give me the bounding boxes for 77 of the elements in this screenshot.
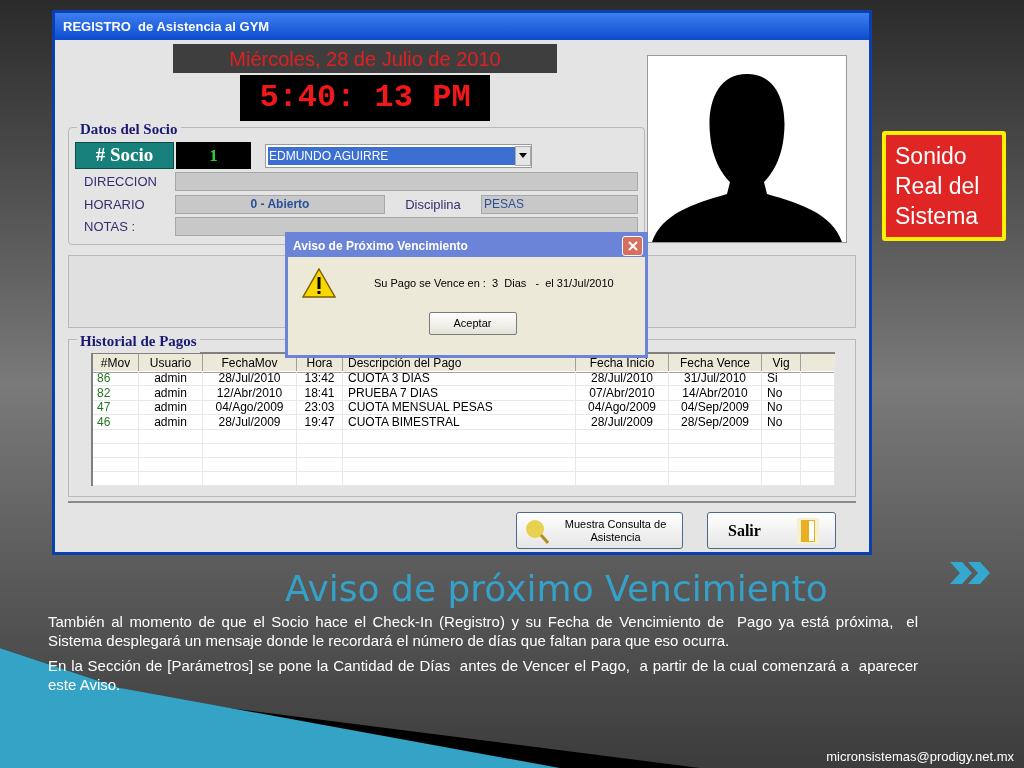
table-cell: 07/Abr/2010 xyxy=(576,385,669,401)
field-label: DIRECCION xyxy=(83,173,158,191)
table-cell: CUOTA BIMESTRAL xyxy=(343,414,576,430)
empty-table-cell xyxy=(801,429,835,444)
empty-table-cell xyxy=(297,471,343,486)
table-cell: admin xyxy=(139,414,203,430)
slide-paragraph: También al momento de que el Socio hace el Check-In (Registro) y su Fecha de Vencimiento de Pago ya está próxima, el Sistema desplegará un mensaje donde le recordará el número de días que faltan para que eso ocurra. xyxy=(48,612,918,650)
table-cell: 28/Jul/2010 xyxy=(576,371,669,386)
table-cell: 04/Ago/2009 xyxy=(203,400,297,416)
field-label: NOTAS : xyxy=(83,218,137,236)
empty-table-cell xyxy=(93,457,139,472)
table-cell: admin xyxy=(139,400,203,416)
close-icon xyxy=(627,241,638,251)
table-cell: 46 xyxy=(93,414,139,430)
door-icon xyxy=(797,517,819,544)
table-cell: Si xyxy=(762,371,801,386)
member-name-dropdown[interactable]: EDMUNDO AGUIRRE xyxy=(265,143,532,168)
dialog-title: Aviso de Próximo Vencimiento xyxy=(293,238,468,255)
double-chevron-icon xyxy=(948,560,992,586)
empty-table-cell xyxy=(801,457,835,472)
empty-table-cell xyxy=(801,371,835,386)
table-cell: 47 xyxy=(93,400,139,416)
empty-table-cell xyxy=(801,414,835,430)
table-cell: 86 xyxy=(93,371,139,386)
field-label: Disciplina xyxy=(404,195,462,214)
warning-icon xyxy=(302,268,336,298)
column-header[interactable]: Usuario xyxy=(139,354,203,373)
table-cell: 12/Abr/2010 xyxy=(203,385,297,401)
date-display: Miércoles, 28 de Julio de 2010 xyxy=(173,44,557,73)
table-cell: 31/Jul/2010 xyxy=(669,371,762,386)
window-title: REGISTRO de Asistencia al GYM xyxy=(63,17,270,36)
attendance-query-button[interactable]: Muestra Consulta de Asistencia xyxy=(516,512,683,549)
table-cell: No xyxy=(762,385,801,401)
contact-email: micronsistemas@prodigy.net.mx xyxy=(826,748,1014,766)
table-cell: No xyxy=(762,400,801,416)
column-header[interactable]: #Mov xyxy=(93,354,139,373)
close-button[interactable] xyxy=(622,236,643,256)
empty-table-cell xyxy=(801,385,835,401)
empty-table-cell xyxy=(801,400,835,416)
slide-title: Aviso de próximo Vencimiento xyxy=(285,567,828,611)
table-cell: 28/Jul/2009 xyxy=(203,414,297,430)
member-number-field[interactable]: 1 xyxy=(176,142,251,169)
table-cell: 28/Sep/2009 xyxy=(669,414,762,430)
table-cell: 82 xyxy=(93,385,139,401)
table-cell: 04/Ago/2009 xyxy=(576,400,669,416)
caret-icon xyxy=(515,145,531,166)
table-cell: 28/Jul/2009 xyxy=(576,414,669,430)
sound-callout: Sonido Real del Sistema xyxy=(882,131,1006,241)
dialog-message: Su Pago se Vence en : 3 Dias - el 31/Jul/2010 xyxy=(374,275,614,291)
empty-table-cell xyxy=(139,471,203,486)
table-cell: 13:42 xyxy=(297,371,343,386)
empty-table-cell xyxy=(93,443,139,458)
empty-table-cell xyxy=(93,429,139,444)
table-cell: 04/Sep/2009 xyxy=(669,400,762,416)
clock-display: 5:40: 13 PM xyxy=(240,75,490,121)
empty-table-cell xyxy=(93,471,139,486)
accept-button[interactable]: Aceptar xyxy=(428,312,517,335)
table-cell: admin xyxy=(139,371,203,386)
table-cell: 23:03 xyxy=(297,400,343,416)
exit-button[interactable]: Salir xyxy=(707,512,836,549)
field-label: HORARIO xyxy=(83,195,146,214)
member-number-label: # Socio xyxy=(75,142,174,169)
table-cell: 19:47 xyxy=(297,414,343,430)
empty-table-cell xyxy=(801,471,835,486)
column-header[interactable]: Fecha Vence xyxy=(669,354,762,373)
table-cell: 28/Jul/2010 xyxy=(203,371,297,386)
empty-table-cell xyxy=(762,471,801,486)
table-cell: 18:41 xyxy=(297,385,343,401)
column-header[interactable]: Vig xyxy=(762,354,801,373)
table-cell: CUOTA 3 DIAS xyxy=(343,371,576,386)
table-cell: PRUEBA 7 DIAS xyxy=(343,385,576,401)
table-cell: 14/Abr/2010 xyxy=(669,385,762,401)
table-cell: CUOTA MENSUAL PESAS xyxy=(343,400,576,416)
table-cell: No xyxy=(762,414,801,430)
table-cell: admin xyxy=(139,385,203,401)
empty-table-cell xyxy=(801,443,835,458)
magnifier-icon xyxy=(523,517,549,544)
